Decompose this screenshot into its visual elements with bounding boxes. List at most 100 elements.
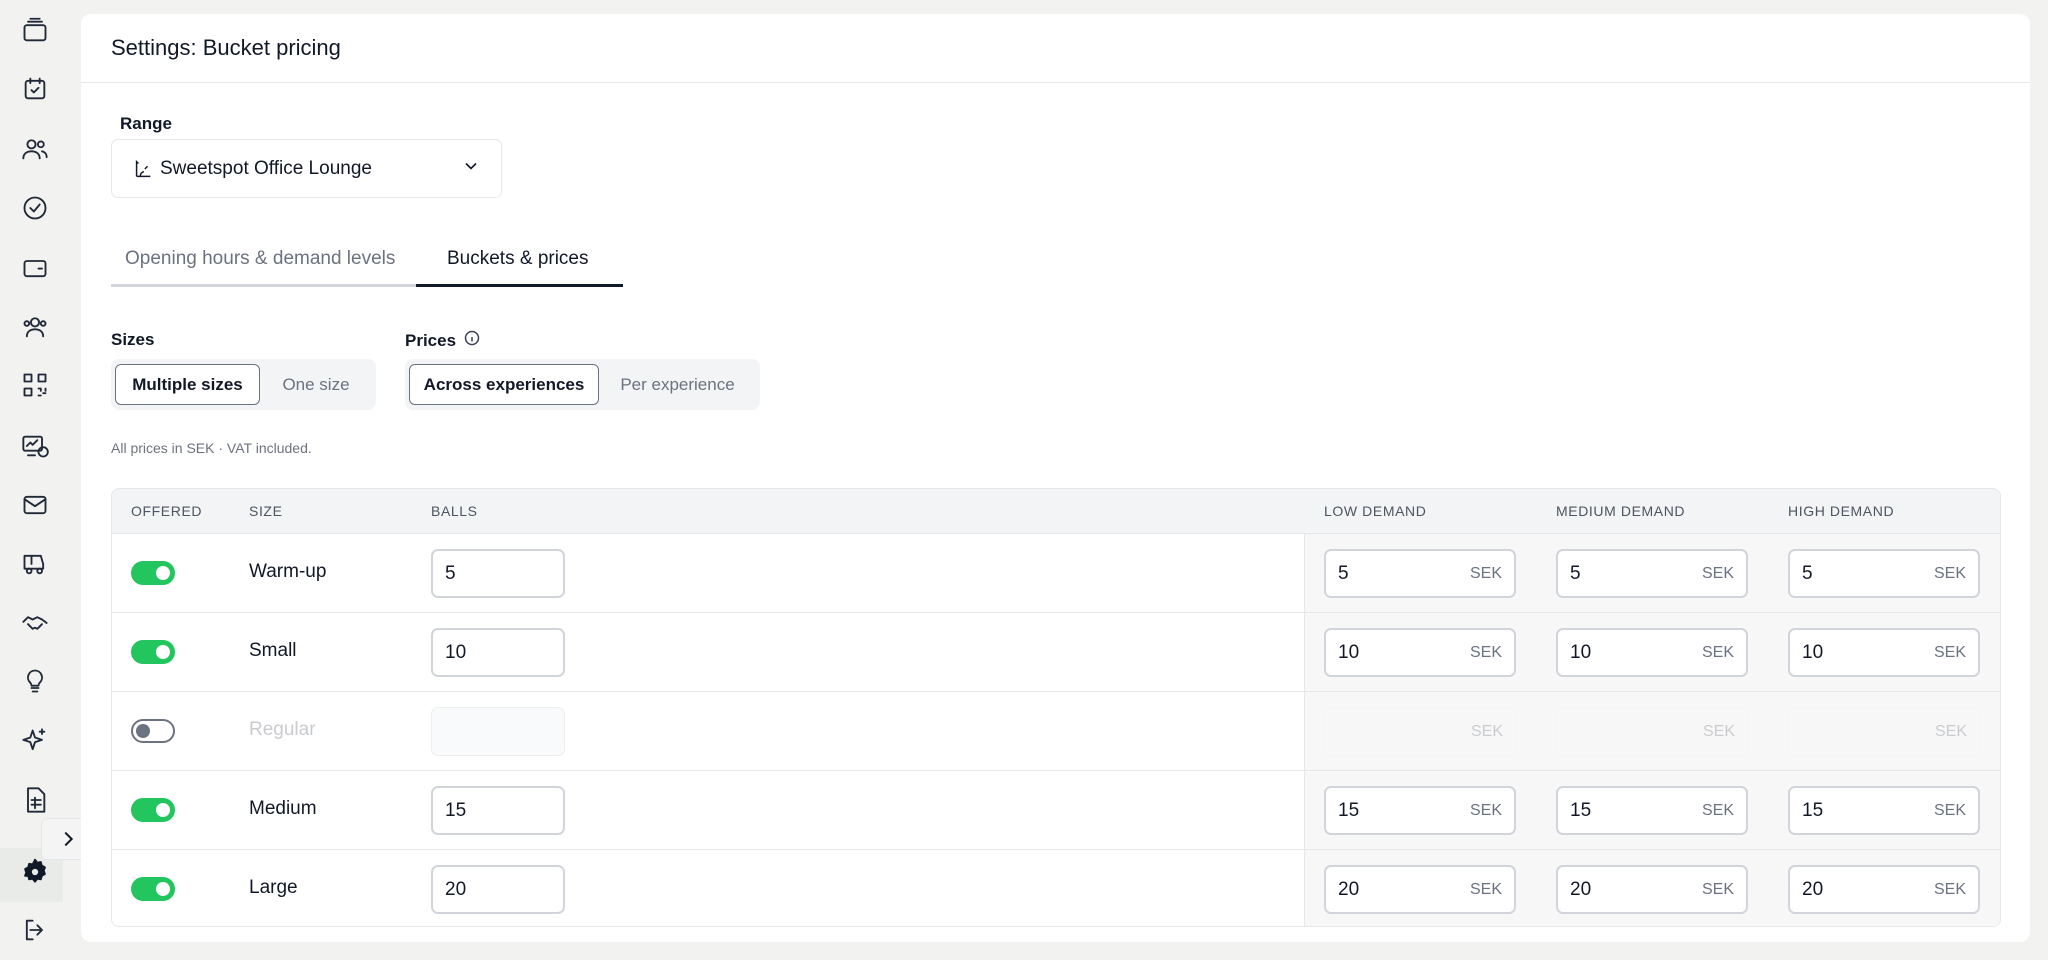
bucket-table: OFFERED SIZE BALLS LOW DEMAND MEDIUM DEM… (111, 488, 2001, 927)
page-title: Settings: Bucket pricing (111, 35, 341, 60)
currency-label: SEK (1702, 722, 1735, 740)
high-demand-price-input[interactable]: 20 SEK (1788, 865, 1980, 914)
range-label: Range (120, 114, 172, 133)
sizes-segmented-control: Multiple sizes One size (111, 359, 376, 410)
table-row: Large 20 20 SEK 20 SEK 20 SEK (112, 850, 2000, 926)
bookings-icon[interactable] (20, 16, 50, 46)
users-icon[interactable] (20, 134, 50, 164)
currency-label: SEK (1469, 880, 1502, 898)
range-select[interactable]: Sweetspot Office Lounge (111, 139, 502, 198)
currency-label: SEK (1933, 801, 1966, 819)
table-row: Medium 15 15 SEK 15 SEK 15 SEK (112, 771, 2000, 850)
price-value: 10 (1802, 641, 1824, 663)
low-demand-price-input[interactable]: 15 SEK (1324, 786, 1516, 835)
offered-toggle[interactable] (131, 640, 175, 664)
offered-toggle[interactable] (131, 798, 175, 822)
low-demand-price-input: SEK (1324, 707, 1516, 756)
high-demand-price-input[interactable]: 10 SEK (1788, 628, 1980, 677)
balls-input (431, 707, 565, 756)
members-icon[interactable] (20, 312, 50, 342)
golf-cart-icon[interactable] (20, 549, 50, 579)
size-name: Regular (249, 719, 316, 740)
size-name: Medium (249, 798, 317, 819)
price-value: 10 (1338, 641, 1360, 663)
offered-toggle[interactable] (131, 877, 175, 901)
balls-input[interactable]: 15 (431, 786, 565, 835)
high-demand-price-input[interactable]: 15 SEK (1788, 786, 1980, 835)
table-row: Small 10 10 SEK 10 SEK 10 SEK (112, 613, 2000, 692)
mail-icon[interactable] (20, 490, 50, 520)
calendar-check-icon[interactable] (20, 74, 50, 104)
range-value: Sweetspot Office Lounge (160, 157, 372, 179)
sidebar (0, 0, 95, 960)
one-size-button[interactable]: One size (260, 364, 372, 405)
high-demand-price-input: SEK (1788, 707, 1980, 756)
medium-demand-price-input[interactable]: 10 SEK (1556, 628, 1748, 677)
currency-label: SEK (1469, 643, 1502, 661)
balls-input[interactable]: 20 (431, 865, 565, 914)
currency-label: SEK (1470, 722, 1503, 740)
prices-segmented-control: Across experiences Per experience (405, 359, 760, 410)
offered-toggle[interactable] (131, 719, 175, 743)
table-header: OFFERED SIZE BALLS LOW DEMAND MEDIUM DEM… (112, 489, 2000, 534)
currency-label: SEK (1701, 801, 1734, 819)
currency-label: SEK (1701, 643, 1734, 661)
sizes-label-text: Sizes (111, 330, 155, 349)
balls-input[interactable]: 10 (431, 628, 565, 677)
price-value: 20 (1570, 878, 1592, 900)
wallet-icon[interactable] (20, 253, 50, 283)
medium-demand-price-input[interactable]: 5 SEK (1556, 549, 1748, 598)
per-experience-button[interactable]: Per experience (599, 364, 756, 405)
header-offered: OFFERED (131, 503, 203, 519)
monitor-dollar-icon[interactable] (20, 431, 50, 461)
offered-toggle[interactable] (131, 561, 175, 585)
low-demand-price-input[interactable]: 10 SEK (1324, 628, 1516, 677)
sizes-label: Sizes (111, 330, 154, 350)
price-value: 5 (1338, 562, 1349, 584)
currency-label: SEK (1933, 880, 1966, 898)
size-name: Warm-up (249, 561, 327, 582)
size-name: Large (249, 877, 298, 898)
currency-label: SEK (1934, 722, 1967, 740)
spreadsheet-icon[interactable] (20, 785, 50, 815)
multiple-sizes-button[interactable]: Multiple sizes (115, 364, 260, 405)
driving-range-icon (132, 158, 154, 180)
table-row: Warm-up 5 5 SEK 5 SEK 5 SEK (112, 534, 2000, 613)
settings-icon[interactable] (20, 857, 50, 887)
badge-check-icon[interactable] (20, 193, 50, 223)
header-medium-demand: MEDIUM DEMAND (1556, 503, 1686, 519)
prices-label-text: Prices (405, 330, 457, 350)
tab-buckets-prices[interactable]: Buckets & prices (416, 234, 623, 287)
across-experiences-button[interactable]: Across experiences (409, 364, 599, 405)
lightbulb-icon[interactable] (20, 666, 50, 696)
tab-opening-hours[interactable]: Opening hours & demand levels (111, 234, 416, 287)
medium-demand-price-input[interactable]: 15 SEK (1556, 786, 1748, 835)
currency-label: SEK (1701, 880, 1734, 898)
page-header: Settings: Bucket pricing (81, 14, 2030, 83)
info-icon[interactable] (464, 330, 480, 351)
price-value: 5 (1570, 562, 1581, 584)
price-value: 15 (1338, 799, 1360, 821)
header-high-demand: HIGH DEMAND (1788, 503, 1895, 519)
prices-label: Prices (405, 330, 480, 351)
qr-code-icon[interactable] (20, 370, 50, 400)
sparkles-icon[interactable] (20, 726, 50, 756)
balls-input[interactable]: 5 (431, 549, 565, 598)
price-value: 15 (1570, 799, 1592, 821)
main-panel: Settings: Bucket pricing Range Sweetspot… (81, 14, 2030, 942)
high-demand-price-input[interactable]: 5 SEK (1788, 549, 1980, 598)
currency-label: SEK (1933, 643, 1966, 661)
chevron-down-icon (461, 156, 481, 181)
low-demand-price-input[interactable]: 20 SEK (1324, 865, 1516, 914)
price-value: 20 (1338, 878, 1360, 900)
handshake-icon[interactable] (20, 608, 50, 638)
tabs: Opening hours & demand levels Buckets & … (111, 234, 623, 287)
medium-demand-price-input[interactable]: 20 SEK (1556, 865, 1748, 914)
size-name: Small (249, 640, 297, 661)
table-row: Regular SEK SEK SEK (112, 692, 2000, 771)
chevron-right-icon (64, 831, 74, 847)
logout-icon[interactable] (20, 915, 50, 945)
low-demand-price-input[interactable]: 5 SEK (1324, 549, 1516, 598)
currency-label: SEK (1933, 564, 1966, 582)
price-value: 20 (1802, 878, 1824, 900)
